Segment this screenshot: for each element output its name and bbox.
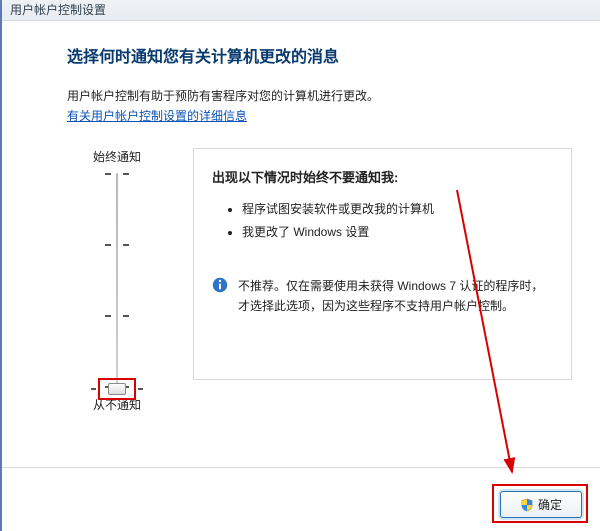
shield-icon (520, 498, 534, 512)
panel-bullet: 程序试图安装软件或更改我的计算机 (242, 200, 553, 217)
notification-setting-panel: 出现以下情况时始终不要通知我: 程序试图安装软件或更改我的计算机 我更改了 Wi… (193, 148, 572, 380)
ok-button-label: 确定 (538, 496, 562, 513)
window-title: 用户帐户控制设置 (2, 0, 600, 21)
panel-heading: 出现以下情况时始终不要通知我: (212, 167, 553, 186)
page-title: 选择何时通知您有关计算机更改的消息 (67, 43, 572, 67)
recommendation-text: 不推荐。仅在需要使用未获得 Windows 7 认证的程序时，才选择此选项，因为… (238, 276, 553, 317)
info-icon (212, 277, 228, 293)
learn-more-link[interactable]: 有关用户帐户控制设置的详细信息 (67, 109, 247, 123)
footer-divider (2, 467, 600, 468)
description-text: 用户帐户控制有助于预防有害程序对您的计算机进行更改。 (67, 87, 572, 104)
slider-thumb[interactable] (98, 378, 136, 400)
panel-bullet: 我更改了 Windows 设置 (242, 223, 553, 240)
ok-button[interactable]: 确定 (500, 491, 582, 518)
uac-level-slider[interactable] (97, 173, 137, 388)
slider-top-label: 始终通知 (67, 148, 167, 165)
